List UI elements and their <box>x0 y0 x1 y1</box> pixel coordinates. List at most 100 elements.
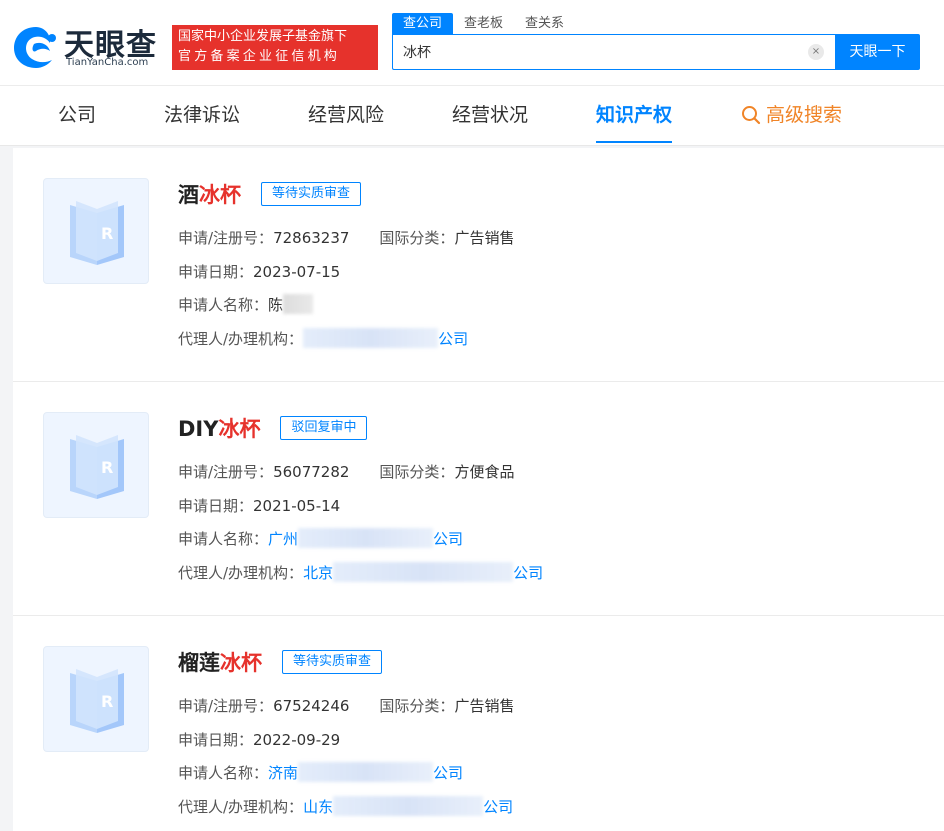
applicant-value: 陈 <box>268 296 284 314</box>
agent-link-suffix[interactable]: 公司 <box>513 562 543 584</box>
reg-no-value: 56077282 <box>273 463 350 481</box>
svg-text:R: R <box>101 224 113 243</box>
row-apply-date: 申请日期： 2021-05-14 <box>178 495 340 517</box>
advanced-search-label: 高级搜索 <box>766 104 843 126</box>
title-prefix: DIY <box>178 417 219 441</box>
redacted-applicant <box>298 762 434 782</box>
status-badge: 等待实质审查 <box>261 182 362 206</box>
trademark-card[interactable]: R DIY冰杯 驳回复审中 申请/注册号： 56077282 国际分类： 方便食… <box>13 382 944 616</box>
trademark-name[interactable]: 酒冰杯 <box>178 179 241 209</box>
search-button[interactable]: 天眼一下 <box>835 34 920 70</box>
apply-date-label: 申请日期： <box>178 497 254 515</box>
trademark-card[interactable]: R 酒冰杯 等待实质审查 申请/注册号： 72863237 国际分类： 广告销售… <box>13 148 944 382</box>
redacted-applicant <box>298 528 434 548</box>
intl-class-label: 国际分类： <box>379 697 455 715</box>
svg-text:R: R <box>101 692 113 711</box>
nav-company[interactable]: 公司 <box>58 86 96 144</box>
applicant-label: 申请人名称： <box>178 296 269 314</box>
agent-label: 代理人/办理机构： <box>178 564 304 582</box>
trademark-name[interactable]: 榴莲冰杯 <box>178 647 262 677</box>
redacted-agent <box>333 562 514 582</box>
intl-class-label: 国际分类： <box>379 229 455 247</box>
badge-line-2: 官方备案企业征信机构 <box>178 49 341 64</box>
title-highlight: 冰杯 <box>220 651 262 675</box>
row-agent: 代理人/办理机构： 北京 公司 <box>178 562 543 584</box>
search-icon <box>742 106 761 125</box>
applicant-label: 申请人名称： <box>178 764 269 782</box>
status-badge: 驳回复审中 <box>280 416 368 440</box>
applicant-link[interactable]: 济南 <box>268 762 298 784</box>
trademark-book-icon: R <box>70 435 124 499</box>
trademark-result-list: R 酒冰杯 等待实质审查 申请/注册号： 72863237 国际分类： 广告销售… <box>13 148 944 831</box>
top-header: 天眼查 TianYanCha.com 国家中小企业发展子基金旗下 官方备案企业征… <box>0 0 944 86</box>
apply-date-value: 2023-07-15 <box>253 263 341 281</box>
applicant-label: 申请人名称： <box>178 530 269 548</box>
intl-class-value: 广告销售 <box>454 229 515 247</box>
reg-no-value: 67524246 <box>273 697 350 715</box>
apply-date-value: 2022-09-29 <box>253 731 341 749</box>
redacted-applicant <box>283 294 314 314</box>
reg-no-label: 申请/注册号： <box>178 229 274 247</box>
intl-class-value: 广告销售 <box>454 697 515 715</box>
logo-swirl-icon <box>14 27 56 68</box>
nav-risk[interactable]: 经营风险 <box>308 86 384 144</box>
row-applicant: 申请人名称： 济南 公司 <box>178 762 463 784</box>
row-apply-date: 申请日期： 2023-07-15 <box>178 261 340 283</box>
row-agent: 代理人/办理机构： 公司 <box>178 328 468 350</box>
nav-operation[interactable]: 经营状况 <box>452 86 528 144</box>
title-highlight: 冰杯 <box>199 183 241 207</box>
advanced-search-link[interactable]: 高级搜索 <box>741 86 842 144</box>
svg-text:R: R <box>101 458 113 477</box>
row-apply-date: 申请日期： 2022-09-29 <box>178 729 340 751</box>
agent-link[interactable]: 公司 <box>438 328 468 350</box>
trademark-thumbnail[interactable]: R <box>43 646 149 752</box>
reg-no-value: 72863237 <box>273 229 350 247</box>
trademark-title[interactable]: 榴莲冰杯 等待实质审查 <box>178 647 383 677</box>
nav-ip[interactable]: 知识产权 <box>596 86 673 143</box>
trademark-title[interactable]: 酒冰杯 等待实质审查 <box>178 179 362 209</box>
intl-class-label: 国际分类： <box>379 463 455 481</box>
apply-date-label: 申请日期： <box>178 263 254 281</box>
apply-date-value: 2021-05-14 <box>253 497 341 515</box>
row-applicant: 申请人名称： 陈 <box>178 294 314 316</box>
agent-link[interactable]: 山东 <box>303 796 333 818</box>
row-reg-no: 申请/注册号： 56077282 国际分类： 方便食品 <box>178 461 514 483</box>
tab-search-relation[interactable]: 查关系 <box>514 13 575 34</box>
applicant-link-suffix[interactable]: 公司 <box>433 762 463 784</box>
reg-no-label: 申请/注册号： <box>178 697 274 715</box>
title-highlight: 冰杯 <box>218 417 261 441</box>
trademark-thumbnail[interactable]: R <box>43 178 149 284</box>
apply-date-label: 申请日期： <box>178 731 254 749</box>
row-reg-no: 申请/注册号： 67524246 国际分类： 广告销售 <box>178 695 514 717</box>
trademark-thumbnail[interactable]: R <box>43 412 149 518</box>
trademark-book-icon: R <box>70 201 124 265</box>
trademark-book-icon: R <box>70 669 124 733</box>
agent-link-suffix[interactable]: 公司 <box>483 796 513 818</box>
badge-line-1: 国家中小企业发展子基金旗下 <box>178 29 348 44</box>
row-reg-no: 申请/注册号： 72863237 国际分类： 广告销售 <box>178 227 514 249</box>
agent-link[interactable]: 北京 <box>303 562 333 584</box>
redacted-agent <box>303 328 439 348</box>
logo-text-en: TianYanCha.com <box>66 57 149 68</box>
trademark-name[interactable]: DIY冰杯 <box>178 413 260 443</box>
tab-search-boss[interactable]: 查老板 <box>453 13 514 34</box>
nav-legal[interactable]: 法律诉讼 <box>164 86 240 144</box>
intl-class-value: 方便食品 <box>454 463 515 481</box>
search-input[interactable] <box>393 35 803 69</box>
tianyancha-logo[interactable]: 天眼查 TianYanCha.com <box>12 22 164 72</box>
official-badge: 国家中小企业发展子基金旗下 官方备案企业征信机构 <box>172 25 378 70</box>
trademark-title[interactable]: DIY冰杯 驳回复审中 <box>178 413 368 443</box>
reg-no-label: 申请/注册号： <box>178 463 274 481</box>
tab-search-company[interactable]: 查公司 <box>392 13 454 34</box>
status-badge: 等待实质审查 <box>282 650 383 674</box>
agent-label: 代理人/办理机构： <box>178 330 304 348</box>
clear-icon[interactable]: × <box>808 44 824 60</box>
title-prefix: 酒 <box>178 183 199 207</box>
trademark-card[interactable]: R 榴莲冰杯 等待实质审查 申请/注册号： 67524246 国际分类： 广告销… <box>13 616 944 831</box>
applicant-link[interactable]: 广州 <box>268 528 298 550</box>
row-applicant: 申请人名称： 广州 公司 <box>178 528 463 550</box>
row-agent: 代理人/办理机构： 山东 公司 <box>178 796 513 818</box>
redacted-agent <box>333 796 484 816</box>
title-prefix: 榴莲 <box>178 651 220 675</box>
applicant-link-suffix[interactable]: 公司 <box>433 528 463 550</box>
